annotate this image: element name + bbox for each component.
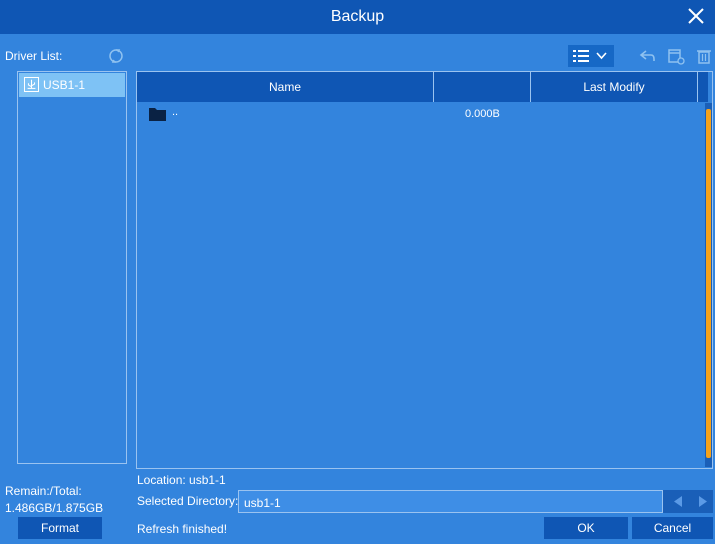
table-row[interactable]: .. 0.000B	[137, 103, 706, 125]
list-view-icon	[573, 50, 589, 62]
new-folder-icon[interactable]	[667, 47, 685, 65]
directory-nav	[663, 490, 713, 513]
title-bar: Backup	[0, 0, 715, 34]
selected-directory-label: Selected Directory:	[137, 494, 239, 508]
dialog-title: Backup	[330, 8, 385, 25]
driver-item-usb1-1[interactable]: USB1-1	[19, 73, 125, 97]
table-header: Name Last Modify	[137, 72, 708, 102]
selected-directory-field[interactable]: usb1-1	[238, 490, 663, 513]
arrow-right-icon[interactable]	[698, 496, 707, 507]
file-size: 0.000B	[465, 108, 500, 120]
driver-list: USB1-1	[17, 71, 127, 464]
file-name: ..	[172, 106, 179, 118]
driver-list-label: Driver List:	[5, 49, 63, 63]
remain-total-value: 1.486GB/1.875GB	[5, 501, 104, 515]
remain-total-label: Remain:/Total:	[5, 484, 82, 498]
column-header-name[interactable]: Name	[137, 72, 434, 102]
column-header-size[interactable]	[434, 72, 531, 102]
backup-dialog: Backup Driver List: USB1-1 Remain:/Total…	[0, 0, 715, 544]
vertical-scrollbar[interactable]	[705, 103, 712, 467]
close-icon[interactable]	[683, 3, 709, 29]
view-mode-dropdown[interactable]	[568, 45, 614, 67]
location-label: Location: usb1-1	[137, 473, 226, 487]
usb-icon	[24, 77, 39, 92]
arrow-left-icon[interactable]	[674, 496, 683, 507]
status-text: Refresh finished!	[137, 522, 228, 536]
folder-icon	[149, 108, 166, 121]
column-header-last-modify[interactable]: Last Modify	[531, 72, 698, 102]
driver-label: USB1-1	[43, 78, 86, 92]
cancel-button[interactable]: Cancel	[632, 517, 713, 539]
refresh-icon[interactable]	[108, 48, 124, 64]
ok-button[interactable]: OK	[544, 517, 628, 539]
delete-icon[interactable]	[696, 48, 712, 64]
scrollbar-thumb[interactable]	[706, 109, 711, 458]
format-button[interactable]: Format	[18, 517, 102, 539]
file-list: Name Last Modify .. 0.000B	[136, 71, 713, 469]
chevron-down-icon	[596, 52, 607, 60]
back-icon[interactable]	[639, 48, 657, 64]
